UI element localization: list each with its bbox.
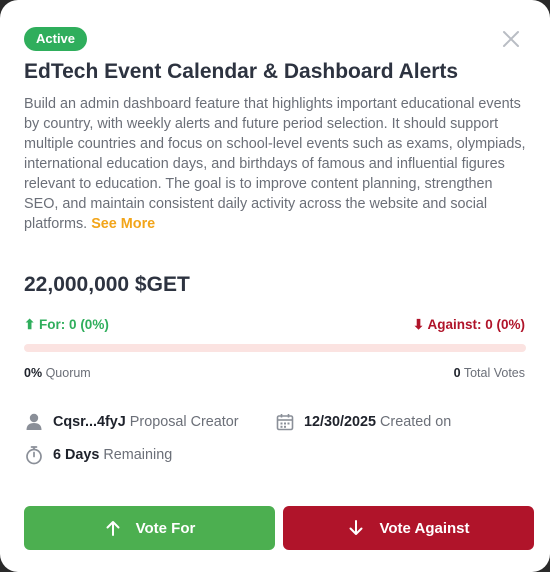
votes-for-stat: ⬆ For: 0 (0%) [24, 317, 109, 332]
creator-label: Proposal Creator [129, 414, 239, 430]
vote-for-button[interactable]: Vote For [24, 506, 275, 550]
vote-against-label: Vote Against [379, 519, 470, 537]
arrow-down-icon [347, 519, 365, 537]
time-remaining: 6 Days Remaining [24, 445, 172, 465]
quorum-label: Quorum [45, 366, 91, 380]
vote-against-button[interactable]: Vote Against [283, 506, 534, 550]
quorum-value: 0% [24, 366, 43, 380]
stopwatch-icon [24, 445, 44, 465]
proposal-creator: Cqsr...4fyJ Proposal Creator [24, 412, 239, 432]
proposal-description: Build an admin dashboard feature that hi… [24, 94, 529, 234]
votes-against-stat: ⬇ Against: 0 (0%) [412, 317, 525, 332]
total-votes-label: Total Votes [463, 366, 525, 380]
proposal-amount: 22,000,000 $GET [24, 273, 190, 296]
created-date-value: 12/30/2025 [304, 414, 377, 430]
total-votes-value: 0 [453, 366, 461, 380]
proposal-title: EdTech Event Calendar & Dashboard Alerts [24, 60, 459, 83]
see-more-link[interactable]: See More [91, 216, 155, 232]
vote-for-label: Vote For [135, 519, 196, 537]
description-text: Build an admin dashboard feature that hi… [24, 96, 526, 232]
proposal-modal: Active EdTech Event Calendar & Dashboard… [0, 0, 550, 572]
created-date-label: Created on [380, 414, 452, 430]
creator-address[interactable]: Cqsr...4fyJ [53, 414, 126, 430]
total-votes-stat: 0 Total Votes [454, 366, 525, 380]
calendar-icon [275, 412, 295, 432]
proposal-created-date: 12/30/2025 Created on [275, 412, 451, 432]
close-icon[interactable] [500, 28, 522, 50]
remaining-label: Remaining [103, 447, 173, 463]
arrow-up-icon [104, 519, 122, 537]
user-icon [24, 412, 44, 432]
quorum-stat: 0% Quorum [24, 366, 91, 380]
remaining-value: 6 Days [53, 447, 100, 463]
status-badge: Active [24, 27, 88, 51]
vote-progress-bar [24, 344, 526, 352]
